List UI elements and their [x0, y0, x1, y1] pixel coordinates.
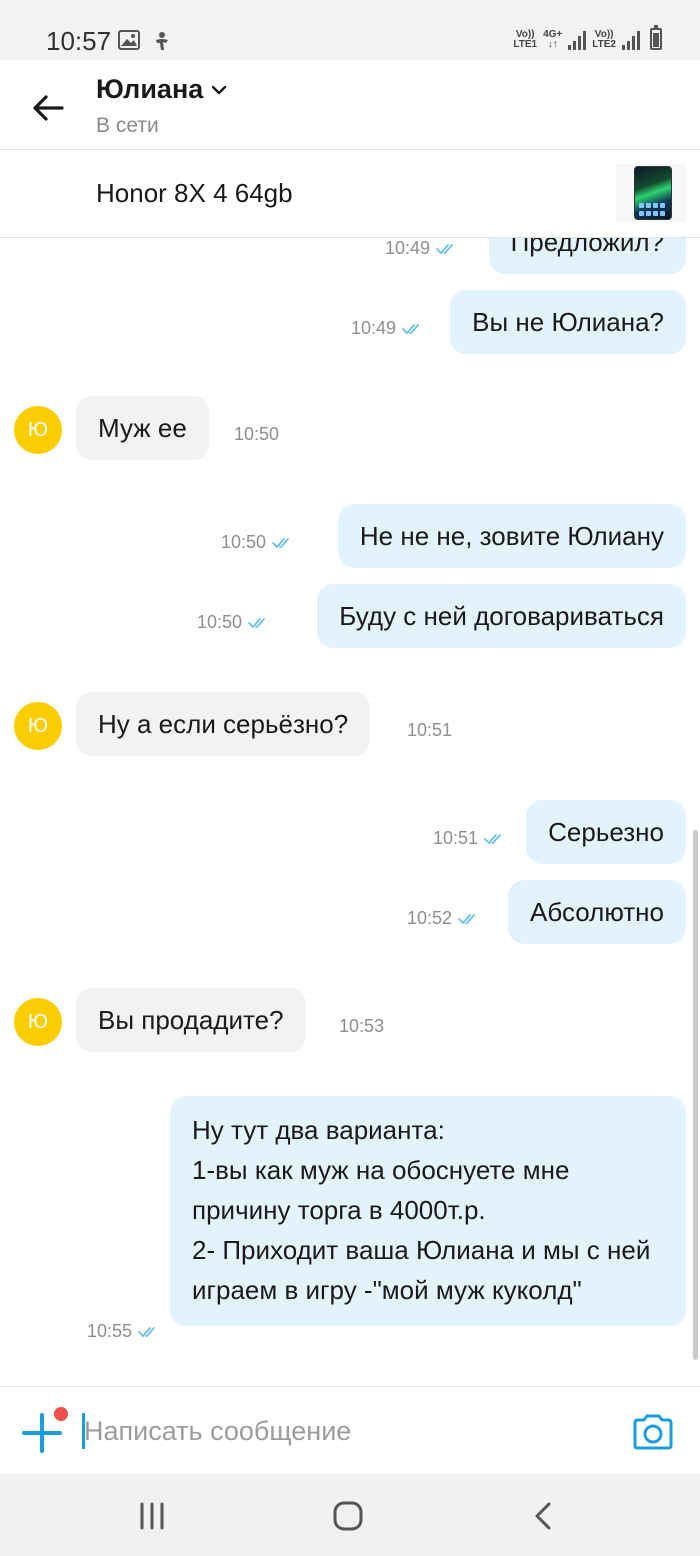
- outgoing-message[interactable]: Вы не Юлиана?: [450, 290, 686, 354]
- message-time: 10:50: [234, 424, 279, 445]
- contact-name: Юлиана: [96, 74, 204, 104]
- gallery-icon: [118, 30, 140, 55]
- outgoing-message[interactable]: Буду с ней договариваться: [317, 584, 686, 648]
- status-icons: Vo)) LTE1 4G+ ↓↑ Vo)) LTE2: [513, 25, 662, 50]
- avatar[interactable]: Ю: [14, 406, 62, 454]
- accessibility-icon: [150, 30, 174, 59]
- product-title: Honor 8X 4 64gb: [96, 178, 293, 208]
- phone-image: [634, 166, 672, 220]
- time-text: 10:50: [220, 532, 266, 552]
- time-text: 10:51: [407, 720, 453, 740]
- network-indicator: 4G+ ↓↑: [543, 30, 562, 50]
- scrollbar[interactable]: [693, 830, 698, 1360]
- chevron-down-icon: [212, 85, 227, 94]
- home-button[interactable]: [328, 1496, 368, 1536]
- message-line: Ну тут два варианта:: [192, 1115, 445, 1145]
- message-time: 10:49: [351, 318, 426, 339]
- time-text: 10:49: [350, 318, 396, 338]
- network-activity: ↓↑: [547, 39, 558, 50]
- contact-name-dropdown[interactable]: Юлиана: [96, 74, 227, 105]
- incoming-message[interactable]: Ну а если серьёзно?: [76, 692, 371, 756]
- product-bar[interactable]: Honor 8X 4 64gb: [0, 150, 700, 238]
- message-time: 10:49: [385, 238, 460, 259]
- message-time: 10:51: [407, 720, 452, 741]
- message-time: 10:55: [87, 1321, 162, 1342]
- battery-icon: [650, 25, 662, 50]
- time-text: 10:53: [339, 1016, 385, 1036]
- message-line: 2- Приходит ваша Юлиана и мы с ней играе…: [192, 1235, 651, 1305]
- time-text: 10:50: [196, 612, 242, 632]
- time-text: 10:55: [86, 1321, 132, 1341]
- double-check-icon: [248, 617, 265, 628]
- sim2-lte: LTE2: [592, 39, 616, 50]
- message-line: 1-вы как муж на обоснуете мне причину то…: [192, 1155, 570, 1225]
- outgoing-message[interactable]: Абсолютно: [508, 880, 686, 944]
- message-list[interactable]: Предложил? 10:49 Вы не Юлиана? 10:49 Ю М…: [0, 238, 700, 1386]
- home-icon: [333, 1501, 363, 1531]
- contact-status: В сети: [96, 114, 159, 137]
- signal-bars-1-icon: [568, 30, 587, 50]
- message-time: 10:52: [407, 908, 482, 929]
- recent-apps-icon: [140, 1502, 164, 1530]
- sim2-indicator: Vo)) LTE2: [592, 30, 616, 50]
- navigation-bar: [0, 1474, 700, 1556]
- message-composer: [0, 1386, 700, 1474]
- time-text: 10:52: [406, 908, 452, 928]
- back-arrow-icon: [33, 95, 64, 121]
- avatar[interactable]: Ю: [14, 702, 62, 750]
- camera-icon: [633, 1414, 673, 1450]
- message-input[interactable]: [84, 1409, 604, 1453]
- double-check-icon: [402, 323, 419, 334]
- double-check-icon: [484, 833, 501, 844]
- back-button[interactable]: [28, 88, 68, 128]
- double-check-icon: [138, 1326, 155, 1337]
- time-text: 10:51: [432, 828, 478, 848]
- notification-dot: [54, 1407, 68, 1421]
- double-check-icon: [436, 243, 453, 254]
- outgoing-message[interactable]: Ну тут два варианта: 1-вы как муж на обо…: [170, 1096, 686, 1326]
- system-back-button[interactable]: [524, 1496, 564, 1536]
- product-thumbnail[interactable]: [616, 164, 686, 222]
- incoming-message[interactable]: Вы продадите?: [76, 988, 306, 1052]
- avatar[interactable]: Ю: [14, 998, 62, 1046]
- back-icon: [535, 1502, 551, 1530]
- camera-button[interactable]: [632, 1413, 674, 1451]
- sim1-indicator: Vo)) LTE1: [513, 30, 537, 50]
- double-check-icon: [272, 537, 289, 548]
- double-check-icon: [458, 913, 475, 924]
- signal-bars-2-icon: [622, 30, 640, 50]
- message-time: 10:51: [433, 828, 508, 849]
- sim1-lte: LTE1: [513, 39, 538, 50]
- status-bar: 10:57 Vo)) LTE1 4G+ ↓↑ Vo)) LTE2: [0, 0, 700, 60]
- message-time: 10:50: [197, 612, 272, 633]
- recent-apps-button[interactable]: [132, 1496, 172, 1536]
- outgoing-message[interactable]: Предложил?: [488, 238, 686, 274]
- message-time: 10:53: [339, 1016, 384, 1037]
- status-time: 10:57: [46, 26, 112, 56]
- outgoing-message[interactable]: Серьезно: [526, 800, 686, 864]
- incoming-message[interactable]: Муж ее: [76, 396, 209, 460]
- outgoing-message[interactable]: Не не не, зовите Юлиану: [337, 504, 686, 568]
- time-text: 10:49: [384, 238, 430, 258]
- message-time: 10:50: [221, 532, 296, 553]
- time-text: 10:50: [234, 424, 280, 444]
- chat-header: Юлиана В сети: [0, 60, 700, 150]
